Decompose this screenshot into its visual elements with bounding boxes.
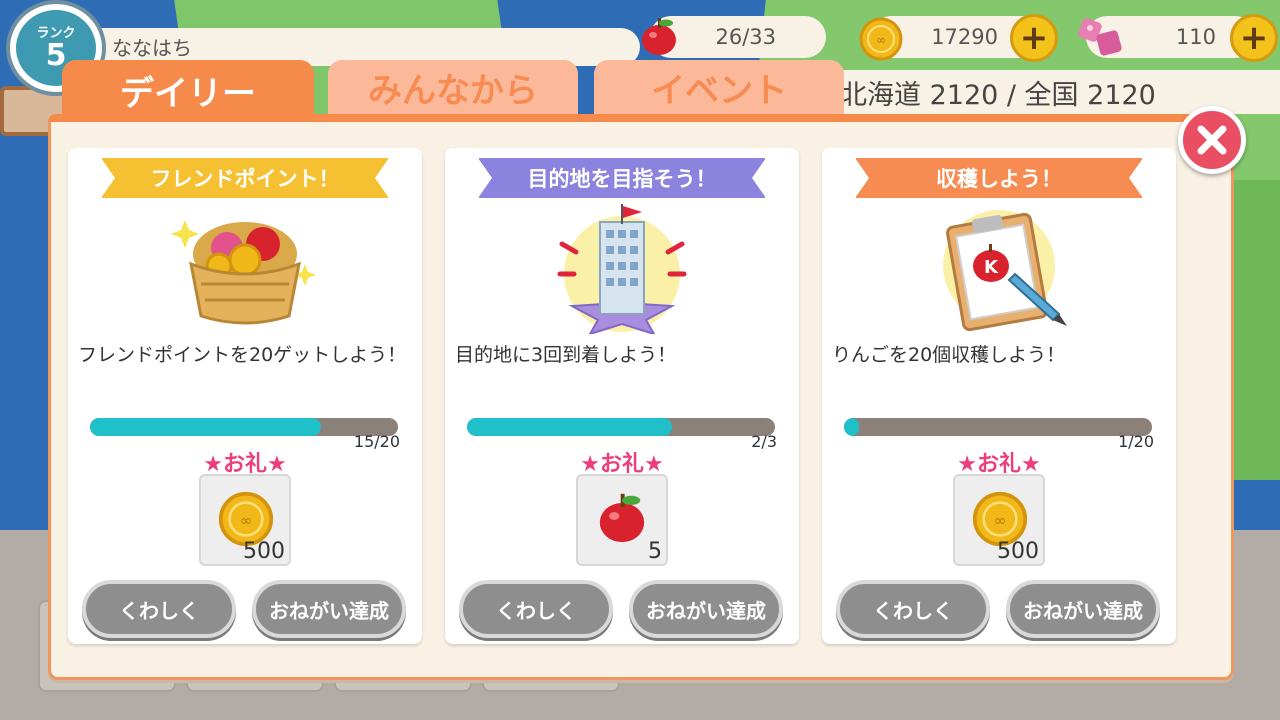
svg-text:∞: ∞ [876,33,886,47]
svg-text:∞: ∞ [994,511,1007,529]
complete-request-label: おねがい達成 [269,598,389,623]
basket-icon [171,220,316,325]
progress-bar [467,418,775,436]
complete-request-button[interactable]: おねがい達成 [252,580,406,638]
complete-request-label: おねがい達成 [1023,598,1143,623]
details-button-label: くわしく [119,598,199,623]
svg-text:K: K [984,257,999,278]
tab-event[interactable]: イベント [594,60,844,114]
reward-count: 500 [997,539,1039,564]
tab-daily[interactable]: デイリー [62,60,314,120]
buy-gems-button[interactable]: + [1230,14,1278,62]
apple-icon [599,493,645,543]
mission-description: フレンドポイントを20ゲットしよう！ [78,344,407,366]
mission-title: フレンドポイント！ [150,167,340,191]
reward-box: 5 [576,474,668,566]
buy-coins-button[interactable]: + [1010,14,1058,62]
progress-fill [90,418,321,436]
building-icon [557,204,687,334]
tab-from-everyone[interactable]: みんなから [328,60,578,114]
svg-text:∞: ∞ [240,511,253,529]
details-button-label: くわしく [496,598,576,623]
mission-card-harvest: 収穫しよう！ K りんごを20個収穫しよう！ 1/20 ★お礼★ ∞ 500 く… [822,148,1176,644]
close-button[interactable] [1178,106,1246,174]
mission-ribbon: 収穫しよう！ [855,158,1143,198]
reward-count: 500 [243,539,285,564]
progress-fill [844,418,860,436]
coin-count: 17290 [931,25,998,49]
complete-request-label: おねがい達成 [646,598,766,623]
panel-top-border [48,114,1234,122]
progress-bar [90,418,398,436]
complete-request-button[interactable]: おねがい達成 [629,580,783,638]
progress-fill [467,418,673,436]
coin-icon: ∞ [859,17,903,61]
details-button-label: くわしく [873,598,953,623]
gem-count: 110 [1175,25,1216,49]
tab-from-everyone-label: みんなから [368,70,538,111]
mission-description: 目的地に3回到着しよう！ [455,344,677,366]
gem-icon [1078,18,1122,56]
complete-request-button[interactable]: おねがい達成 [1006,580,1160,638]
mission-description: りんごを20個収穫しよう！ [832,344,1066,366]
tab-daily-label: デイリー [120,73,256,114]
clipboard-icon: K [943,210,1067,332]
apple-icon [642,18,676,55]
mission-title: 目的地を目指そう！ [527,167,717,191]
mission-card-friend-points: フレンドポイント！ フレンドポイントを20ゲットしよう！ 15/20 ★お礼★ … [68,148,422,644]
details-button[interactable]: くわしく [836,580,990,638]
details-button[interactable]: くわしく [459,580,613,638]
tab-event-label: イベント [651,70,787,111]
reward-box: ∞ 500 [199,474,291,566]
apple-count: 26/33 [715,25,776,49]
progress-bar [844,418,1152,436]
details-button[interactable]: くわしく [82,580,236,638]
player-name: ななはち [112,36,192,60]
reward-box: ∞ 500 [953,474,1045,566]
mission-ribbon: フレンドポイント！ [101,158,389,198]
region-score-text: 北海道 2120 / 全国 2120 [840,79,1156,111]
close-icon [1197,125,1227,155]
mission-ribbon: 目的地を目指そう！ [478,158,766,198]
mission-card-destination: 目的地を目指そう！ 目的地に3回到着しよう！ 2/3 ★お礼★ 5 くわしく お… [445,148,799,644]
reward-count: 5 [648,539,662,564]
mission-title: 収穫しよう！ [936,167,1062,191]
